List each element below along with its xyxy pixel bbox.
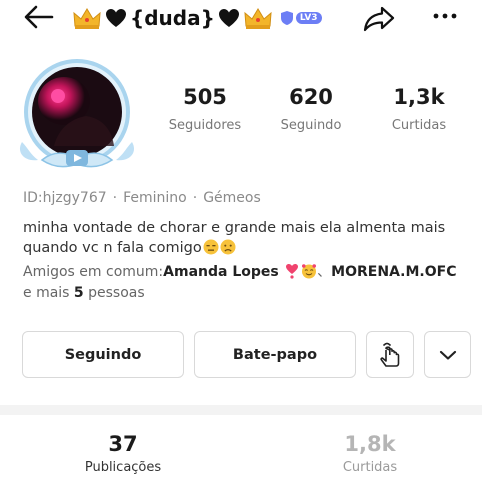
profile-stats: 505 Seguidores 620 Seguindo 1,3k Curtida… <box>150 84 470 144</box>
more-count: 5 <box>73 285 84 301</box>
separator: · <box>192 190 198 206</box>
avatar[interactable] <box>14 56 140 174</box>
share-icon[interactable] <box>362 4 396 32</box>
following-count: 620 <box>289 85 333 109</box>
followers-count: 505 <box>183 85 227 109</box>
gender: Feminino <box>123 190 187 206</box>
profile-bio: minha vontade de chorar e grande mais el… <box>23 218 463 258</box>
expressionless-face-icon <box>203 239 219 255</box>
more-suffix: pessoas <box>83 285 145 301</box>
mutual-friends-prefix: Amigos em comum: <box>23 264 164 280</box>
sad-face-icon <box>220 239 236 255</box>
level-badge: LV3 <box>280 10 322 26</box>
followers-stat[interactable]: 505 Seguidores <box>155 84 255 133</box>
likes-count: 1,3k <box>393 85 445 109</box>
friend-name[interactable]: MORENA.M.OFC <box>331 264 456 280</box>
mutual-friends[interactable]: Amigos em comum:Amanda Lopes 、MORENA.M.O… <box>23 262 473 304</box>
heart-exclamation-icon <box>286 264 299 279</box>
tap-hand-icon <box>380 342 400 367</box>
posts-count: 37 <box>108 432 138 456</box>
following-button[interactable]: Seguindo <box>22 331 184 378</box>
tab-likes[interactable]: 1,8k Curtidas <box>300 432 440 475</box>
profile-title: {duda} LV3 <box>72 4 322 32</box>
likes-tab-count: 1,8k <box>344 432 396 456</box>
black-heart-icon <box>106 9 126 27</box>
back-arrow-icon[interactable] <box>22 4 56 30</box>
likes-label: Curtidas <box>391 118 447 133</box>
tab-posts[interactable]: 37 Publicações <box>53 432 193 475</box>
posts-label: Publicações <box>84 460 162 475</box>
bio-line: quando vc n fala comigo <box>23 240 202 256</box>
black-heart-icon <box>218 9 239 27</box>
profile-meta: ID:hjzgy767 · Feminino · Gémeos <box>23 190 261 206</box>
followers-label: Seguidores <box>168 118 242 133</box>
crown-icon <box>73 8 101 29</box>
top-bar: {duda} LV3 <box>0 0 482 36</box>
level-text: LV3 <box>295 12 322 24</box>
likes-tab-label: Curtidas <box>342 460 398 475</box>
chevron-down-icon <box>439 350 456 360</box>
zodiac-sign: Gémeos <box>203 190 261 206</box>
more-prefix: e mais <box>23 285 74 301</box>
expand-button[interactable] <box>424 331 471 378</box>
poke-button[interactable] <box>366 331 414 378</box>
friend-name[interactable]: Amanda Lopes <box>163 264 279 280</box>
profile-name: {duda} <box>130 6 215 30</box>
crown-icon <box>244 8 272 29</box>
separator: · <box>112 190 118 206</box>
smiling-hearts-face-icon <box>302 264 317 279</box>
friend-separator: 、 <box>317 264 332 280</box>
bio-line-with-emoji: quando vc n fala comigo <box>23 238 463 258</box>
user-id[interactable]: ID:hjzgy767 <box>23 190 107 206</box>
following-label: Seguindo <box>280 118 342 133</box>
chat-button[interactable]: Bate-papo <box>194 331 356 378</box>
mutual-friends-line: Amigos em comum:Amanda Lopes 、MORENA.M.O… <box>23 262 473 283</box>
section-divider <box>0 405 482 415</box>
likes-stat[interactable]: 1,3k Curtidas <box>369 84 469 133</box>
bio-line: minha vontade de chorar e grande mais el… <box>23 220 446 236</box>
shield-icon <box>280 11 293 25</box>
more-options-icon[interactable] <box>430 6 460 26</box>
mutual-friends-more: e mais 5 pessoas <box>23 283 473 304</box>
following-stat[interactable]: 620 Seguindo <box>261 84 361 133</box>
